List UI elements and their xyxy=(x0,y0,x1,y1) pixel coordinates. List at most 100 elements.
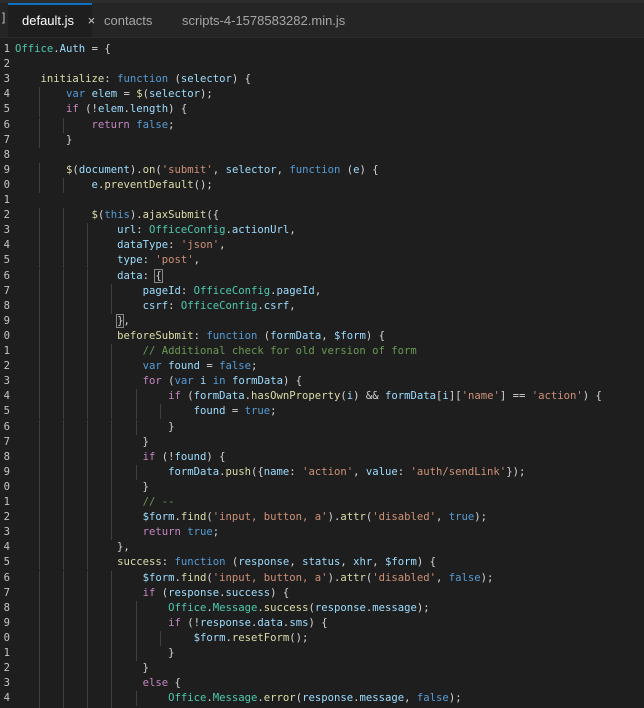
code-line[interactable]: 2 $(this).ajaxSubmit({ xyxy=(0,208,644,224)
tab-label: scripts-4-1578583282.min.js xyxy=(182,13,346,28)
code-line[interactable]: 4 }, xyxy=(0,540,644,556)
code-line[interactable]: 7 pageId: OfficeConfig.pageId, xyxy=(0,283,644,299)
code-line[interactable]: 8 Office.Message.success(response.messag… xyxy=(0,600,644,616)
code-line[interactable]: 2 $form.find('input, button, a').attr('d… xyxy=(0,510,644,526)
code-line[interactable]: 6 $form.find('input, button, a').attr('d… xyxy=(0,570,644,586)
code-token: ); xyxy=(416,601,430,614)
code-editor[interactable]: 1 Office.Auth = {2 3 initialize: function … xyxy=(0,38,644,708)
code-line[interactable]: 1 xyxy=(0,193,644,208)
code-token: Auth xyxy=(59,43,86,55)
code-token: ) { xyxy=(206,450,226,463)
code-line[interactable]: 6 data: { xyxy=(0,268,644,284)
code-token: OfficeConfig xyxy=(148,224,226,237)
code-line[interactable]: 9 if (!response.data.sms) { xyxy=(0,615,644,631)
code-line[interactable]: 5 success: function (response, status, x… xyxy=(0,555,644,571)
code-token: var xyxy=(174,375,194,388)
code-line[interactable]: 7 if (response.success) { xyxy=(0,585,644,601)
code-line[interactable]: 5 type: 'post', xyxy=(0,253,644,269)
vertical-scrollbar[interactable] xyxy=(634,38,644,708)
code-token: if xyxy=(142,450,156,463)
code-line[interactable]: 8 xyxy=(0,148,644,163)
code-token: var xyxy=(142,360,162,373)
code-line[interactable]: 2 } xyxy=(0,661,644,677)
code-token: ) { xyxy=(365,329,385,342)
code-token: (); xyxy=(289,631,309,644)
line-number: 2 xyxy=(3,360,10,373)
code-token: ajaxSubmit xyxy=(142,209,207,222)
code-line[interactable]: 4 var elem = $(selector); xyxy=(0,87,644,103)
code-line[interactable]: 5 found = true; xyxy=(0,404,644,420)
code-line[interactable]: 4 dataType: 'json', xyxy=(0,238,644,254)
code-token: = { xyxy=(85,43,111,55)
code-token: }, xyxy=(15,541,130,554)
code-token: 'json' xyxy=(180,239,220,252)
code-text: } xyxy=(15,133,72,148)
code-line[interactable]: 7 } xyxy=(0,434,644,450)
line-number: 3 xyxy=(3,375,10,388)
code-line[interactable]: 9 $(document).on('submit', selector, fun… xyxy=(0,162,644,178)
code-line[interactable]: 8 if (!found) { xyxy=(0,449,644,465)
code-line[interactable]: 6 return false; xyxy=(0,117,644,133)
code-line[interactable]: 3 else { xyxy=(0,676,644,692)
code-line[interactable]: 6 } xyxy=(0,419,644,435)
code-token: ; xyxy=(168,118,175,131)
code-line[interactable]: 9 formData.push({name: 'action', value: … xyxy=(0,464,644,480)
code-token: } xyxy=(15,420,175,433)
code-token: } xyxy=(15,647,175,659)
code-line[interactable]: 9 }, xyxy=(0,313,644,329)
code-text: } xyxy=(15,480,149,495)
tab-default-js[interactable]: default.js × xyxy=(8,3,95,37)
code-line[interactable]: 7 } xyxy=(0,132,644,148)
line-number: 7 xyxy=(3,284,10,297)
code-line[interactable]: 4 if (formData.hasOwnProperty(i) && form… xyxy=(0,389,644,405)
tab-contacts[interactable]: contacts xyxy=(92,3,164,37)
code-token: OfficeConfig xyxy=(180,299,258,312)
code-line[interactable]: 0 } xyxy=(0,479,644,495)
line-number: 7 xyxy=(3,435,10,448)
code-line[interactable]: 8 csrf: OfficeConfig.csrf, xyxy=(0,298,644,314)
code-line[interactable]: 1 // -- xyxy=(0,495,644,511)
code-text: $form.find('input, button, a').attr('dis… xyxy=(15,571,494,586)
code-line[interactable]: 2 xyxy=(0,57,644,72)
code-line[interactable]: 4 Office.Message.error(response.message,… xyxy=(0,691,644,707)
code-text: } xyxy=(15,646,174,661)
code-line[interactable]: 3 for (var i in formData) { xyxy=(0,374,644,390)
code-token: for xyxy=(142,375,162,388)
code-token: 'name' xyxy=(461,390,500,403)
code-line[interactable]: 3 return true; xyxy=(0,525,644,541)
code-line[interactable]: 2 var found = false; xyxy=(0,359,644,375)
code-line[interactable]: 0 beforeSubmit: function (formData, $for… xyxy=(0,328,644,344)
code-text: // -- xyxy=(15,495,175,510)
code-line[interactable]: 1 } xyxy=(0,646,644,662)
code-line[interactable]: 5 if (!elem.length) { xyxy=(0,102,644,118)
code-text: } xyxy=(15,661,149,676)
code-token: ); xyxy=(200,88,213,101)
tab-scripts-min-js[interactable]: scripts-4-1578583282.min.js xyxy=(168,3,368,37)
code-token: if xyxy=(66,103,79,116)
code-line[interactable]: 1 // Additional check for old version of… xyxy=(0,344,644,360)
code-token: csrf xyxy=(263,299,290,312)
code-token: ); xyxy=(480,571,494,584)
code-token: if xyxy=(142,586,156,599)
line-number: 6 xyxy=(3,571,10,584)
code-line[interactable]: 3 initialize: function (selector) { xyxy=(0,72,644,87)
code-line[interactable]: 0 $form.resetForm(); xyxy=(0,630,644,646)
code-token: , xyxy=(289,224,296,237)
code-token: else xyxy=(142,677,169,690)
code-token: (! xyxy=(78,103,98,116)
code-token: formData xyxy=(270,329,322,342)
code-text: dataType: 'json', xyxy=(15,238,225,253)
line-number: 1 xyxy=(3,194,10,206)
code-line[interactable]: 0 e.preventDefault(); xyxy=(0,177,644,193)
code-line[interactable]: 1 Office.Auth = { xyxy=(0,42,644,57)
code-line[interactable]: 3 url: OfficeConfig.actionUrl, xyxy=(0,223,644,239)
code-token: formData xyxy=(385,390,437,403)
